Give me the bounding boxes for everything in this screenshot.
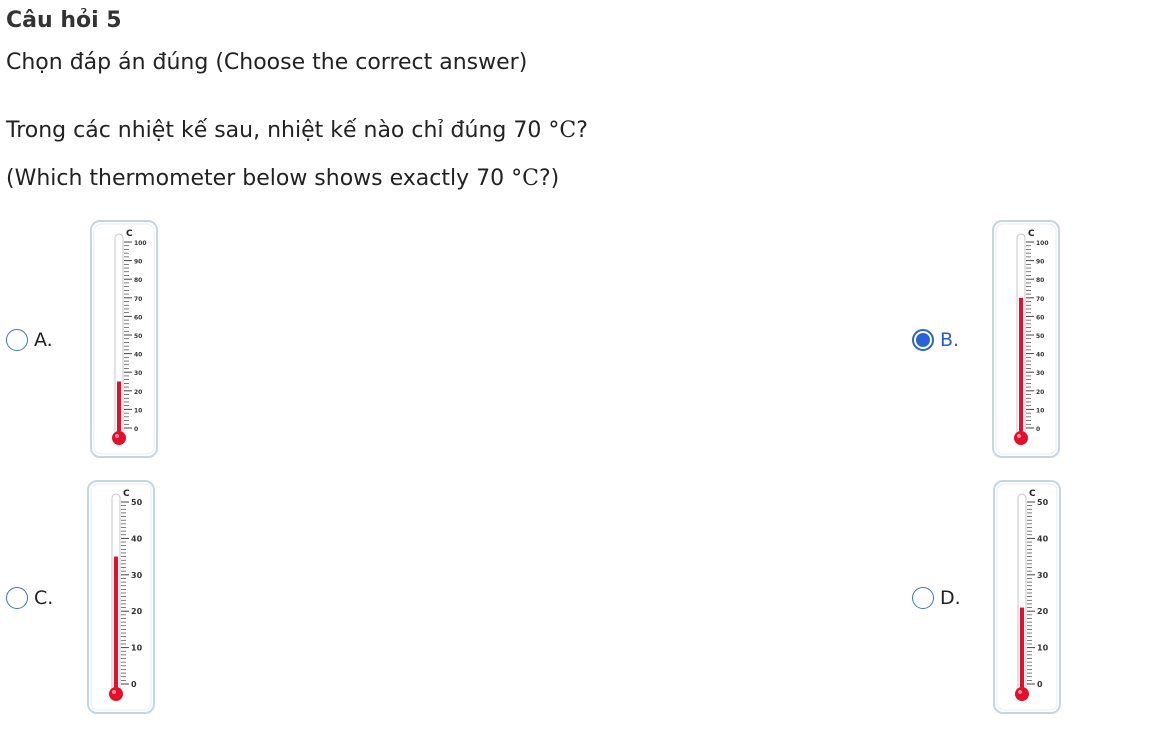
question-text-en-main: (Which thermometer below shows exactly 7…	[6, 166, 512, 191]
thermometer-tick-label: 10	[134, 407, 142, 414]
thermometer-tick-label: 50	[1036, 333, 1044, 340]
thermometer-tick-label: 40	[1037, 534, 1049, 543]
thermometer-mercury	[117, 381, 121, 438]
thermometer-tick-label: 20	[134, 389, 142, 396]
thermometer-tick-label: 40	[131, 534, 143, 543]
thermometer-bulb	[1015, 687, 1029, 701]
option-c-radio[interactable]	[6, 587, 28, 609]
thermometer-tick-label: 80	[134, 277, 142, 284]
option-c-thermometer[interactable]: C 50 40 30 20 10 0	[87, 480, 155, 714]
thermometer-tick-label: 0	[134, 426, 138, 433]
thermometer-bulb	[109, 687, 123, 701]
thermometer-tick-label: 70	[134, 296, 142, 303]
thermometer-tick-label: 50	[131, 498, 143, 507]
option-a-thermometer[interactable]: C 100 90 80 70 60 50 40 30 20 10 0	[90, 220, 158, 458]
question-text-vi-unit: °C	[548, 118, 577, 143]
thermometer-mercury	[114, 556, 118, 694]
thermometer-tick-label: 30	[1037, 571, 1049, 580]
thermometer-frame	[993, 480, 1061, 714]
thermometer-tick-label: 30	[134, 370, 142, 377]
thermometer-mercury	[1019, 297, 1023, 438]
option-b-thermometer[interactable]: C 100 90 80 70 60 50 40 30 20 10 0	[992, 220, 1060, 458]
thermometer-tick-label: 60	[1036, 314, 1044, 321]
thermometer-tick-label: 10	[1037, 644, 1049, 653]
thermometer-tick-label: 50	[134, 333, 142, 340]
option-c-label: C.	[34, 587, 54, 609]
thermometer-tick-label: 10	[1036, 407, 1044, 414]
option-b-label: B.	[940, 329, 960, 351]
thermometer-tick-label: 50	[1037, 498, 1049, 507]
thermometer-tick-label: 0	[1036, 426, 1040, 433]
thermometer-tick-label: 40	[134, 352, 142, 359]
thermometer-tick-label: 80	[1036, 277, 1044, 284]
question-title: Câu hỏi 5	[6, 8, 122, 33]
thermometer-tick-label: 90	[134, 259, 142, 266]
thermometer-unit: C	[126, 229, 133, 239]
question-instruction: Chọn đáp án đúng (Choose the correct ans…	[6, 50, 528, 75]
option-d-thermometer[interactable]: C 50 40 30 20 10 0	[993, 480, 1061, 714]
thermometer-unit: C	[1029, 489, 1036, 499]
option-a-label: A.	[34, 329, 53, 351]
question-text-vi-end: ?	[576, 118, 588, 143]
thermometer-bulb	[112, 431, 126, 445]
thermometer-tick-label: 40	[1036, 352, 1044, 359]
thermometer-tick-label: 70	[1036, 296, 1044, 303]
thermometer-tick-label: 60	[134, 314, 142, 321]
option-d-label: D.	[940, 587, 961, 609]
thermometer-tick-label: 0	[131, 680, 137, 689]
thermometer-tick-label: 20	[1036, 389, 1044, 396]
thermometer-tick-label: 0	[1037, 680, 1043, 689]
question-text-en-unit: °C	[511, 166, 539, 191]
thermometer-tick-label: 10	[131, 644, 143, 653]
thermometer-unit: C	[123, 489, 130, 499]
thermometer-tick-label: 20	[1037, 607, 1049, 616]
option-b[interactable]: B.	[912, 329, 959, 351]
option-a-radio[interactable]	[6, 329, 28, 351]
thermometer-frame	[87, 480, 155, 714]
thermometer-mercury	[1020, 607, 1024, 694]
thermometer-unit: C	[1028, 229, 1035, 239]
question-text-vi-main: Trong các nhiệt kế sau, nhiệt kế nào chỉ…	[6, 118, 549, 143]
thermometer-tick-label: 90	[1036, 259, 1044, 266]
option-c[interactable]: C.	[6, 587, 53, 609]
thermometer-tick-label: 30	[1036, 370, 1044, 377]
question-text-en-end: ?)	[538, 166, 560, 191]
thermometer-tick-label: 20	[131, 607, 143, 616]
option-a[interactable]: A.	[6, 329, 53, 351]
thermometer-bulb	[1014, 431, 1028, 445]
thermometer-tick-label: 100	[134, 240, 147, 247]
option-d[interactable]: D.	[912, 587, 961, 609]
question-text-vi: Trong các nhiệt kế sau, nhiệt kế nào chỉ…	[6, 118, 588, 143]
thermometer-tick-label: 30	[131, 571, 143, 580]
option-b-radio[interactable]	[912, 329, 934, 351]
thermometer-tick-label: 100	[1036, 240, 1049, 247]
option-d-radio[interactable]	[912, 587, 934, 609]
question-text-en: (Which thermometer below shows exactly 7…	[6, 166, 559, 191]
